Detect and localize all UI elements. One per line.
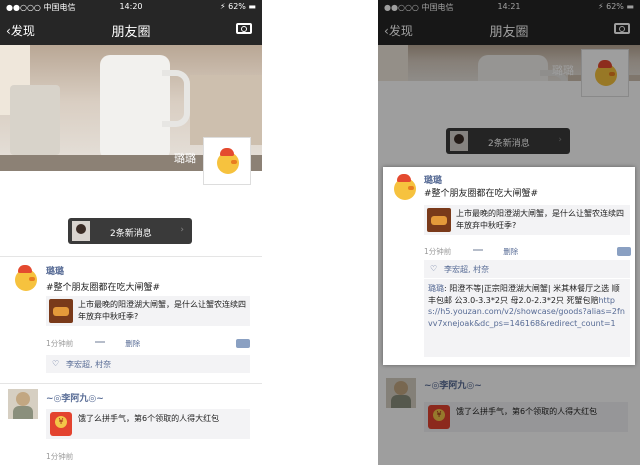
post-time: 1分钟前 [424, 247, 452, 256]
delete-link[interactable]: 删除 [503, 247, 518, 256]
battery-label: ⚡ 62% ▬ [219, 2, 256, 11]
chick-avatar-icon [15, 265, 37, 291]
people-icon [473, 248, 484, 256]
comment[interactable]: 璐璐: 阳澄不等|正宗阳澄湖大闸蟹| 米其林餐厅之选 顺丰包邮 公3.0-3.3… [428, 283, 626, 329]
heart-icon: ♡ [52, 359, 60, 368]
post-avatar[interactable] [8, 389, 38, 419]
post-author[interactable]: 璐璐 [46, 264, 64, 277]
moment-post: 璐璐 #整个朋友圈都在吃大闸蟹# 上市最晚的阳澄湖大闸蟹，是什么让蟹农连续四年放… [383, 167, 635, 365]
shared-link-title: 上市最晚的阳澄湖大闸蟹，是什么让蟹农连续四年放弃中秋旺季? [78, 300, 246, 321]
divider [0, 383, 262, 384]
highlighted-post: 璐璐 #整个朋友圈都在吃大闸蟹# 上市最晚的阳澄湖大闸蟹，是什么让蟹农连续四年放… [383, 167, 635, 365]
comment-icon[interactable] [236, 339, 250, 348]
shared-link-card[interactable]: 上市最晚的阳澄湖大闸蟹，是什么让蟹农连续四年放弃中秋旺季? [46, 296, 250, 326]
red-packet-text: 饿了么拼手气，第6个领取的人得大红包 [78, 414, 220, 423]
phone-screen-left: ●●○○○ 中国电信 14:20 ⚡ 62% ▬ ‹发现 朋友圈 璐璐 2条新消… [0, 0, 262, 465]
post-time: 1分钟前 [46, 452, 74, 461]
people-icon [95, 340, 106, 348]
red-packet-card[interactable]: 饿了么拼手气，第6个领取的人得大红包 [46, 409, 250, 439]
red-packet-icon [50, 412, 72, 436]
avatar [72, 221, 90, 241]
delete-link[interactable]: 删除 [125, 339, 140, 348]
cover-nickname: 璐璐 [174, 152, 196, 165]
nav-bar: ‹发现 朋友圈 [0, 15, 262, 45]
post-text: #整个朋友圈都在吃大闸蟹# [424, 189, 539, 199]
heart-icon: ♡ [430, 264, 438, 273]
post-author[interactable]: 璐璐 [424, 173, 442, 186]
moment-post: ~◎李阿九◎~ 饿了么拼手气，第6个领取的人得大红包 1分钟前 [0, 385, 262, 465]
new-messages-label: 2条新消息 [110, 229, 152, 239]
post-avatar[interactable] [12, 265, 40, 293]
profile-avatar[interactable] [203, 137, 251, 185]
post-time: 1分钟前 [46, 339, 74, 348]
shared-link-title: 上市最晚的阳澄湖大闸蟹，是什么让蟹农连续四年放弃中秋旺季? [456, 209, 624, 230]
chick-avatar-icon [217, 148, 239, 174]
crab-thumbnail [49, 299, 73, 323]
status-bar: ●●○○○ 中国电信 14:20 ⚡ 62% ▬ [0, 0, 262, 15]
crab-thumbnail [427, 208, 451, 232]
camera-icon[interactable] [236, 23, 252, 34]
likes-box: ♡ 李宏超, 村奈 [424, 260, 630, 278]
post-meta: 1分钟前 删除 [46, 338, 140, 349]
page-title: 朋友圈 [111, 25, 151, 40]
likes-box: ♡ 李宏超, 村奈 [46, 355, 250, 373]
post-meta: 1分钟前 [46, 451, 73, 462]
divider [0, 256, 262, 257]
comment-body: : 阳澄不等|正宗阳澄湖大闸蟹| 米其林餐厅之选 顺丰包邮 公3.0-3.3*2… [428, 284, 620, 305]
comment-box: 璐璐: 阳澄不等|正宗阳澄湖大闸蟹| 米其林餐厅之选 顺丰包邮 公3.0-3.3… [424, 279, 630, 357]
shared-link-card[interactable]: 上市最晚的阳澄湖大闸蟹，是什么让蟹农连续四年放弃中秋旺季? [424, 205, 630, 235]
phone-screen-right: ●●○○○ 中国电信 14:21 ⚡ 62% ▬ ‹发现 朋友圈 璐璐 2条新消… [378, 0, 640, 465]
chick-avatar-icon [394, 174, 416, 200]
chevron-right-icon: › [180, 225, 184, 235]
comment-icon[interactable] [617, 247, 631, 256]
post-text: #整个朋友圈都在吃大闸蟹# [46, 283, 161, 293]
likes-names[interactable]: 李宏超, 村奈 [66, 359, 111, 370]
post-meta: 1分钟前 删除 [424, 246, 518, 257]
moment-post: 璐璐 #整个朋友圈都在吃大闸蟹# 上市最晚的阳澄湖大闸蟹，是什么让蟹农连续四年放… [0, 258, 262, 380]
post-author[interactable]: ~◎李阿九◎~ [46, 391, 104, 404]
comment-author[interactable]: 璐璐 [428, 284, 444, 293]
post-avatar[interactable] [391, 174, 419, 202]
likes-names[interactable]: 李宏超, 村奈 [444, 264, 489, 275]
new-messages-notice[interactable]: 2条新消息 › [68, 218, 192, 244]
